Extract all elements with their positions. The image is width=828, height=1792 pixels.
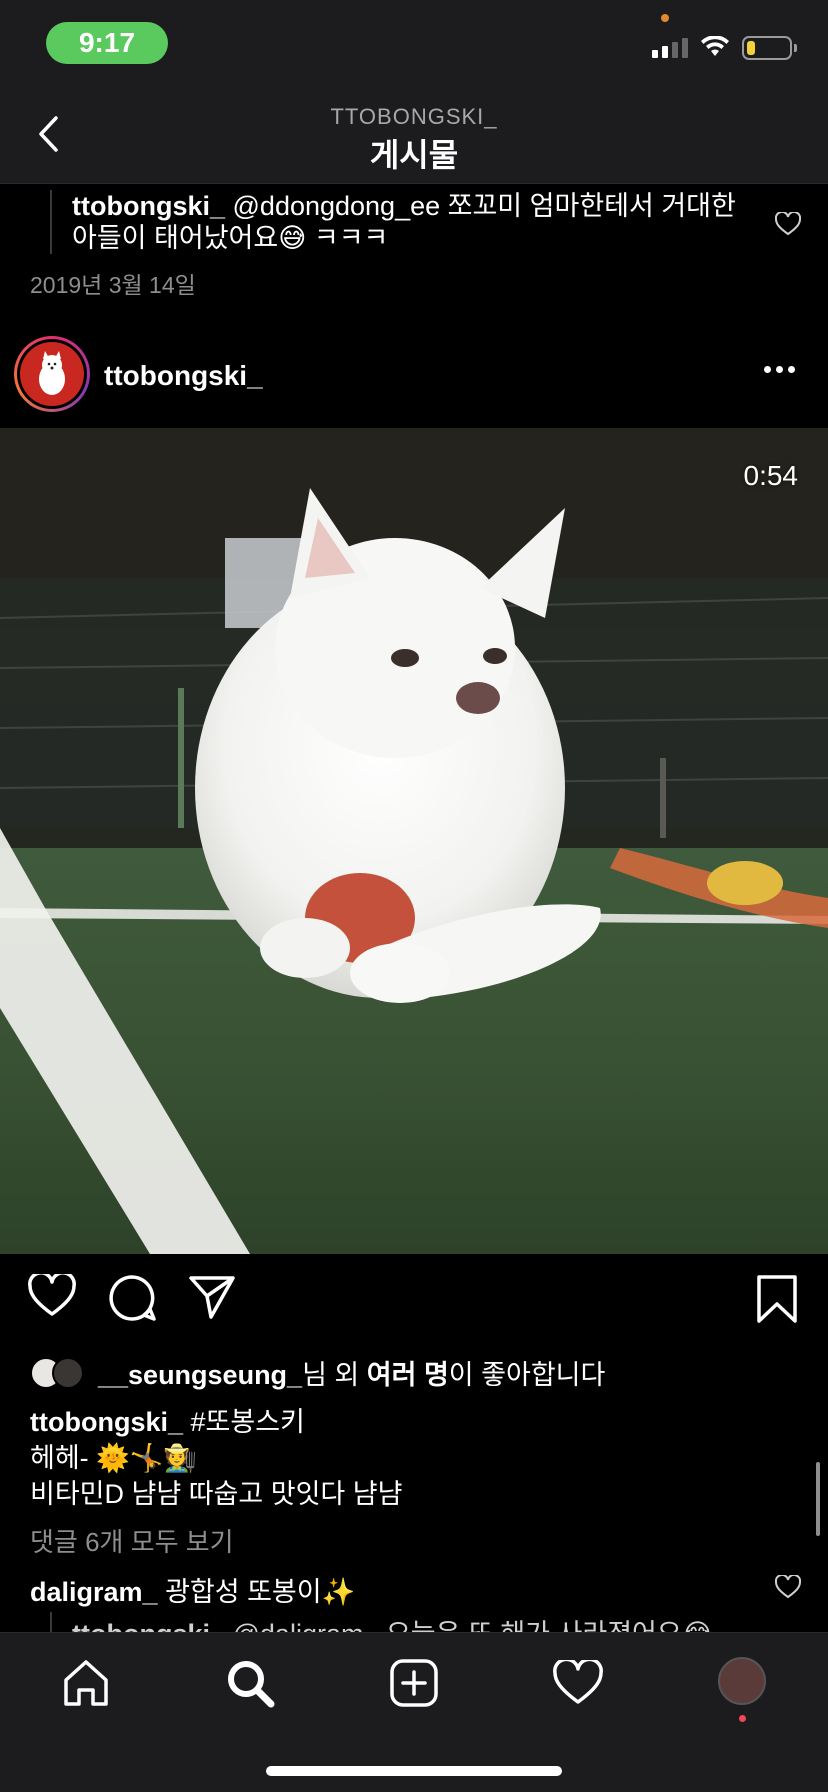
caption-username[interactable]: ttobongski_ [30,1407,183,1437]
wifi-icon [701,36,729,56]
comment-reply-username[interactable]: ttobongski_ [72,1619,225,1632]
add-post-icon [390,1659,438,1707]
privacy-indicator-dot [661,14,669,22]
activity-heart-icon [553,1660,603,1704]
comment-like-heart-icon[interactable] [775,1575,801,1599]
tab-search[interactable] [222,1655,278,1711]
video-frame [0,428,828,1254]
cellular-signal-icon [652,38,688,58]
comment-username[interactable]: daligram_ [30,1577,158,1607]
more-options-icon[interactable] [764,366,795,373]
battery-icon [742,36,792,60]
like-heart-icon[interactable] [28,1274,76,1318]
comment-reply: ttobongski_ @daligram_ 오늘은 또 해가 사라졌어요😂 [50,1612,750,1632]
bottom-tab-bar [0,1632,828,1792]
comment-bubble-icon[interactable] [108,1274,156,1322]
header-username: TTOBONGSKI_ [330,104,498,129]
video-duration: 0:54 [743,460,799,491]
save-bookmark-icon[interactable] [756,1274,798,1324]
share-send-icon[interactable] [188,1274,236,1320]
battery-level [747,41,755,55]
likes-others[interactable]: 여러 명 [367,1360,449,1390]
dog-avatar-icon [39,351,65,395]
search-icon [228,1661,275,1708]
reply-like-heart-icon[interactable] [775,212,801,236]
view-all-comments-link[interactable]: 댓글 6개 모두 보기 [30,1522,234,1559]
home-icon [64,1660,108,1706]
likes-text: __seungseung_님 외 여러 명이 좋아합니다 [98,1360,606,1390]
caption-line: 비타민D 냠냠 따숩고 맛잇다 냠냠 [30,1479,403,1509]
liker-username[interactable]: __seungseung_ [98,1360,302,1390]
caption-line: 헤헤- 🌞🤸🧑‍🌾 [30,1443,198,1473]
comment: daligram_ 광합성 또봉이✨ [30,1570,355,1609]
post-caption: ttobongski_ #또봉스키 헤헤- 🌞🤸🧑‍🌾 비타민D 냠냠 따숩고 … [30,1404,800,1512]
previous-post-date: 2019년 3월 14일 [30,272,196,298]
previous-reply: ttobongski_ @ddongdong_ee 쪼꼬미 엄마한테서 거대한 … [50,190,750,254]
post-video[interactable]: 0:54 [0,428,828,1254]
battery-tip [794,44,797,52]
liker-avatar [52,1356,84,1389]
caption-hashtag[interactable]: #또봉스키 [183,1407,305,1437]
page-title: 게시물 [369,137,459,173]
post-username[interactable]: ttobongski_ [104,360,263,392]
notification-dot [739,1715,746,1722]
nav-header: TTOBONGSKI_ 게시물 [0,80,828,184]
tab-profile-avatar[interactable] [718,1657,766,1705]
post-avatar[interactable] [14,336,90,412]
tab-new-post[interactable] [386,1655,442,1711]
status-bar: 9:17 [0,0,828,80]
status-time[interactable]: 9:17 [46,22,168,64]
comment-reply-text: @daligram_ 오늘은 또 해가 사라졌어요😂 [225,1619,714,1632]
tab-home[interactable] [58,1655,114,1711]
comment-text: 광합성 또봉이✨ [157,1577,356,1607]
reply-username[interactable]: ttobongski_ [72,191,225,221]
home-indicator[interactable] [266,1766,562,1776]
scrollbar[interactable] [816,1462,820,1536]
post-header: ttobongski_ [0,330,828,426]
likes-summary[interactable]: __seungseung_님 외 여러 명이 좋아합니다 [30,1353,605,1392]
post-actions [0,1274,828,1334]
tab-activity[interactable] [550,1655,606,1711]
